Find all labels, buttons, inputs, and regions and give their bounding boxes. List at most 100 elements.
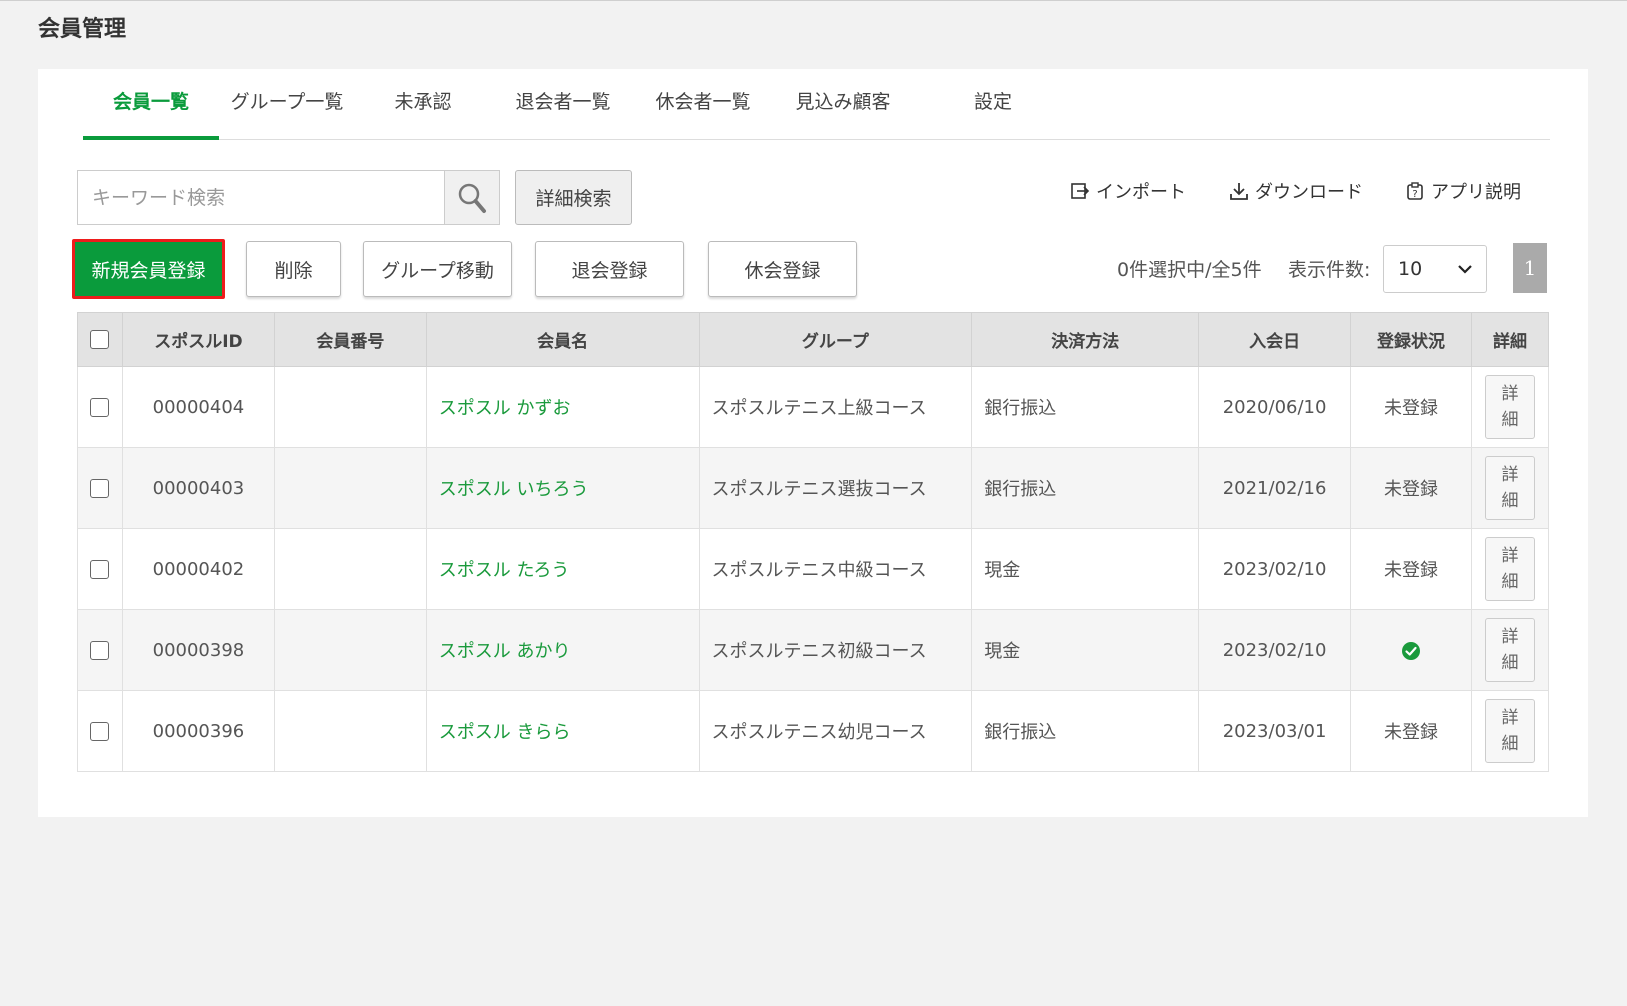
detail-label-1: 詳 [1501,546,1519,566]
per-page-label: 表示件数: [1288,259,1371,281]
detail-label-1: 詳 [1501,627,1519,647]
check-circle-icon [1402,641,1421,660]
row-checkbox[interactable] [90,560,110,579]
download-link[interactable]: ダウンロード [1229,177,1363,205]
help-icon: ? [1407,182,1423,200]
detail-label-2: 細 [1501,572,1519,592]
page-title: 会員管理 [38,17,127,42]
member-name-link[interactable]: スポスル いちろう [439,479,589,500]
detail-label-1: 詳 [1501,384,1519,404]
row-select-cell [77,690,123,772]
tab-group-list[interactable]: グループ一覧 [222,89,352,140]
tab-withdrawn-list[interactable]: 退会者一覧 [503,89,623,140]
cell-member-number [273,528,427,610]
cell-sposuru-id: 00000396 [121,690,275,772]
row-checkbox[interactable] [90,398,110,417]
row-checkbox[interactable] [90,479,110,498]
table-row: 00000396 スポスル きらら スポスルテニス幼児コース 銀行振込 2023… [77,690,1550,772]
table-row: 00000402 スポスル たろう スポスルテニス中級コース 現金 2023/0… [77,528,1550,610]
detail-search-button[interactable]: 詳細検索 [515,170,632,225]
table-row: 00000403 スポスル いちろう スポスルテニス選抜コース 銀行振込 202… [77,447,1550,529]
detail-button[interactable]: 詳細 [1484,456,1535,520]
column-header-group: グループ [698,312,973,367]
import-label: インポート [1096,182,1186,203]
search-input[interactable] [78,171,444,224]
select-all-cell [77,312,123,367]
member-name-link[interactable]: スポスル たろう [439,560,570,581]
cell-join-date: 2020/06/10 [1198,366,1352,448]
pagination-page-1[interactable]: 1 [1513,243,1547,293]
new-member-button[interactable]: 新規会員登録 [72,239,225,299]
column-header-join-date: 入会日 [1198,312,1352,367]
detail-button[interactable]: 詳細 [1484,699,1535,763]
detail-label-2: 細 [1501,410,1519,430]
suspend-button[interactable]: 休会登録 [708,241,857,297]
delete-button[interactable]: 削除 [246,241,341,297]
cell-group: スポスルテニス幼児コース [698,690,973,772]
detail-button[interactable]: 詳細 [1484,537,1535,601]
detail-label-1: 詳 [1501,708,1519,728]
cell-sposuru-id: 00000402 [121,528,275,610]
cell-member-number [273,366,427,448]
table-row: 00000404 スポスル かずお スポスルテニス上級コース 銀行振込 2020… [77,366,1550,448]
cell-member-number [273,609,427,691]
cell-group: スポスルテニス上級コース [698,366,973,448]
cell-payment: 銀行振込 [971,366,1200,448]
cell-group: スポスルテニス中級コース [698,528,973,610]
detail-label-2: 細 [1501,491,1519,511]
table-header-row: スポスルID 会員番号 会員名 グループ 決済方法 入会日 登録状況 詳細 [77,312,1550,367]
row-checkbox[interactable] [90,722,110,741]
selection-status: 0件選択中/全5件 [1117,259,1262,281]
row-select-cell [77,366,123,448]
search-box [77,170,500,225]
tab-member-list[interactable]: 会員一覧 [83,89,219,140]
column-header-detail: 詳細 [1470,312,1550,367]
cell-payment: 現金 [971,528,1200,610]
row-select-cell [77,528,123,610]
member-name-link[interactable]: スポスル きらら [439,722,571,743]
column-header-status: 登録状況 [1350,312,1472,367]
import-link[interactable]: インポート [1070,177,1186,205]
column-header-member-name: 会員名 [425,312,700,367]
detail-label-2: 細 [1501,653,1519,673]
search-button[interactable] [444,171,499,224]
withdraw-button[interactable]: 退会登録 [535,241,684,297]
cell-sposuru-id: 00000403 [121,447,275,529]
tab-bar: 会員一覧 グループ一覧 未承認 退会者一覧 休会者一覧 見込み顧客 設定 [83,69,1550,140]
tab-suspended-list[interactable]: 休会者一覧 [643,89,763,140]
tab-unapproved[interactable]: 未承認 [383,89,463,140]
cell-join-date: 2023/03/01 [1198,690,1352,772]
per-page-value: 10 [1398,258,1423,280]
row-select-cell [77,609,123,691]
group-move-button[interactable]: グループ移動 [363,241,512,297]
tab-settings[interactable]: 設定 [953,89,1033,140]
cell-group: スポスルテニス選抜コース [698,447,973,529]
detail-button[interactable]: 詳細 [1484,618,1535,682]
select-all-checkbox[interactable] [90,330,110,349]
cell-status: 未登録 [1350,528,1472,610]
cell-status: 未登録 [1350,366,1472,448]
column-header-member-number: 会員番号 [273,312,427,367]
detail-button[interactable]: 詳細 [1484,375,1535,439]
svg-text:?: ? [1412,189,1417,200]
search-icon [458,183,486,213]
cell-join-date: 2021/02/16 [1198,447,1352,529]
cell-payment: 現金 [971,609,1200,691]
per-page-select[interactable]: 10 [1383,245,1487,293]
column-header-sposuru-id: スポスルID [121,312,275,367]
row-select-cell [77,447,123,529]
table-row: 00000398 スポスル あかり スポスルテニス初級コース 現金 2023/0… [77,609,1550,691]
cell-sposuru-id: 00000398 [121,609,275,691]
member-table: スポスルID 会員番号 会員名 グループ 決済方法 入会日 登録状況 詳細 00… [77,312,1550,772]
tab-prospects[interactable]: 見込み顧客 [783,89,903,140]
member-name-link[interactable]: スポスル かずお [439,398,571,419]
help-label: アプリ説明 [1431,182,1521,203]
row-checkbox[interactable] [90,641,110,660]
detail-label-2: 細 [1501,734,1519,754]
app-help-link[interactable]: ? アプリ説明 [1405,177,1521,205]
download-icon [1230,183,1248,200]
column-header-payment: 決済方法 [971,312,1200,367]
member-name-link[interactable]: スポスル あかり [439,641,571,662]
cell-group: スポスルテニス初級コース [698,609,973,691]
cell-member-number [273,447,427,529]
